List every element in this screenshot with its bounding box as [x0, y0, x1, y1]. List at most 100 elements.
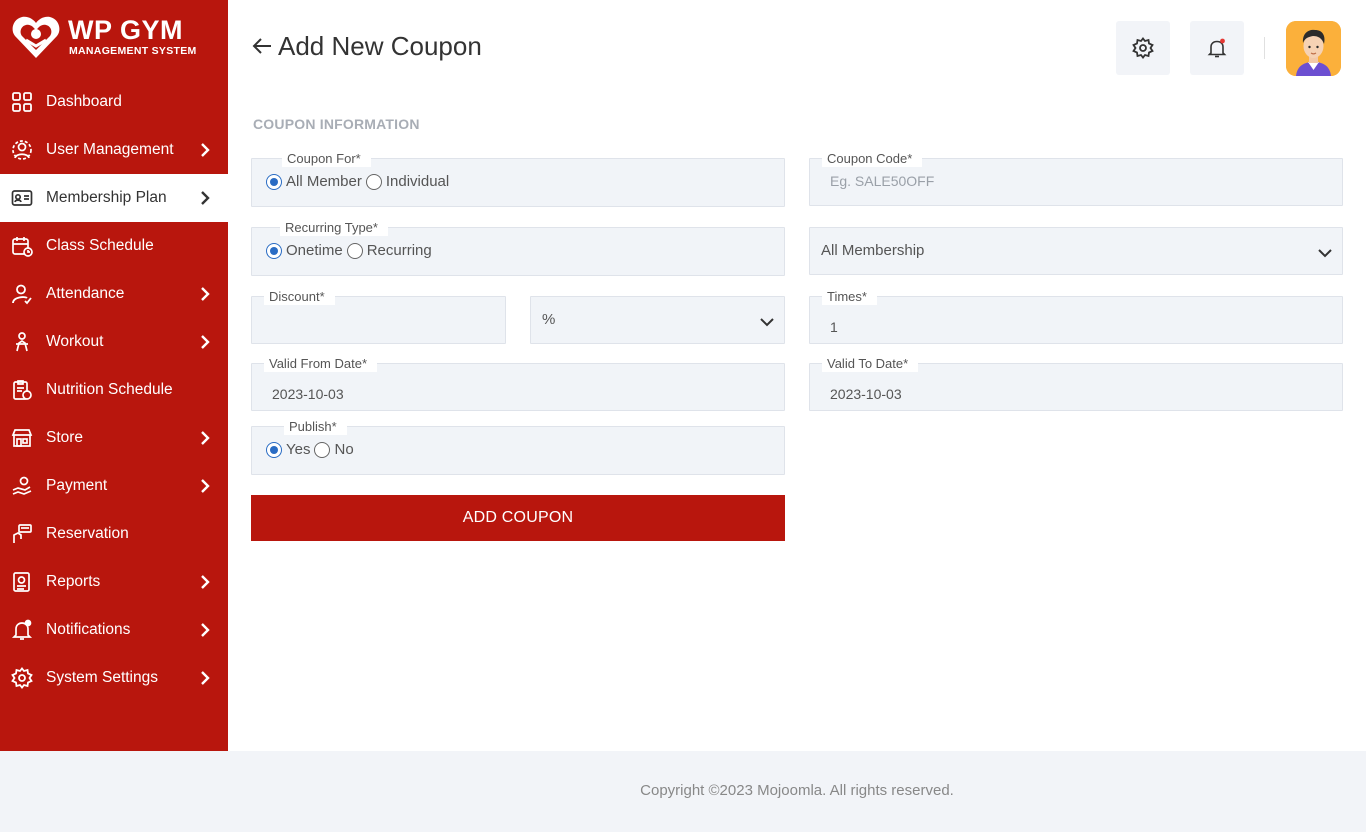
radio-label: Onetime [286, 242, 343, 259]
field-label: Publish* [284, 419, 347, 435]
publish-radio-group: Yes No [266, 441, 358, 458]
publish-field: Publish* Yes No [251, 419, 785, 475]
discount-type-value: % [542, 311, 556, 328]
times-value: 1 [830, 319, 838, 335]
radio-label: No [334, 441, 354, 458]
radio-label: Recurring [366, 242, 432, 259]
membership-select[interactable]: All Membership [809, 227, 1343, 275]
valid-to-date-input[interactable]: Valid To Date* 2023-10-03 [809, 356, 1343, 411]
sidebar-item-label: Store [46, 429, 84, 446]
back-arrow-icon[interactable] [250, 34, 274, 58]
valid-to-value: 2023-10-03 [830, 386, 902, 402]
brand-logo[interactable]: WP GYM MANAGEMENT SYSTEM [12, 14, 217, 60]
sidebar-item-notifications[interactable]: Notifications [0, 606, 228, 654]
chevron-down-icon [1318, 249, 1332, 258]
sidebar-item-class-schedule[interactable]: Class Schedule [0, 222, 228, 270]
gear-icon [11, 667, 33, 689]
chevron-right-icon [201, 671, 210, 685]
page-title: Add New Coupon [250, 28, 482, 64]
field-label: Valid From Date* [264, 356, 378, 372]
membership-select-value: All Membership [821, 242, 925, 259]
field-label: Coupon Code* [822, 151, 923, 167]
field-label: Discount* [264, 289, 335, 305]
sidebar-item-label: Payment [46, 477, 108, 494]
sidebar-item-store[interactable]: Store [0, 414, 228, 462]
field-label: Coupon For* [282, 151, 371, 167]
valid-from-value: 2023-10-03 [272, 386, 344, 402]
sidebar-item-workout[interactable]: Workout [0, 318, 228, 366]
radio-individual[interactable] [365, 173, 382, 190]
nutrition-clipboard-icon [11, 379, 33, 401]
discount-input[interactable]: Discount* [251, 289, 506, 344]
radio-onetime[interactable] [266, 242, 282, 259]
radio-label: Yes [286, 441, 311, 458]
sidebar-item-label: System Settings [46, 669, 158, 686]
avatar[interactable] [1286, 21, 1341, 76]
recurring-type-radio-group: Onetime Recurring [266, 242, 436, 259]
bell-icon [11, 619, 33, 641]
sidebar-item-reservation[interactable]: Reservation [0, 510, 228, 558]
radio-publish-no[interactable] [314, 441, 331, 458]
recurring-type-field: Recurring Type* Onetime Recurring [251, 220, 785, 276]
chevron-down-icon [760, 318, 774, 327]
sidebar-item-system-settings[interactable]: System Settings [0, 654, 228, 702]
page-title-text: Add New Coupon [278, 31, 482, 61]
field-label: Recurring Type* [280, 220, 388, 236]
user-check-icon [11, 283, 33, 305]
chevron-right-icon [201, 335, 210, 349]
chevron-right-icon [201, 287, 210, 301]
valid-from-date-input[interactable]: Valid From Date* 2023-10-03 [251, 356, 785, 411]
radio-label: Individual [385, 173, 450, 190]
chevron-right-icon [201, 479, 210, 493]
payment-hand-icon [11, 475, 33, 497]
sidebar-item-label: Notifications [46, 621, 131, 638]
section-title: COUPON INFORMATION [253, 116, 420, 132]
footer: Copyright ©2023 Mojoomla. All rights res… [0, 751, 1366, 832]
brand-title: WP GYM [68, 15, 184, 45]
brand-subtitle: MANAGEMENT SYSTEM [69, 45, 197, 57]
coupon-for-radio-group: All Member Individual [266, 173, 453, 190]
add-coupon-button[interactable]: ADD COUPON [251, 495, 785, 541]
chevron-right-icon [201, 143, 210, 157]
sidebar-item-label: Attendance [46, 285, 125, 302]
radio-label: All Member [286, 173, 362, 190]
sidebar-nav: Dashboard User Management Membership Pla… [0, 78, 228, 702]
sidebar-item-nutrition-schedule[interactable]: Nutrition Schedule [0, 366, 228, 414]
copyright-text: Copyright ©2023 Mojoomla. All rights res… [640, 782, 954, 799]
bell-icon [1207, 38, 1227, 58]
dashboard-grid-icon [11, 91, 33, 113]
times-input[interactable]: Times* 1 [809, 289, 1343, 344]
sidebar-item-attendance[interactable]: Attendance [0, 270, 228, 318]
discount-type-select[interactable]: % [530, 296, 785, 344]
heart-logo-icon [12, 16, 60, 59]
header-divider [1264, 37, 1265, 59]
notifications-button[interactable] [1190, 21, 1244, 75]
coupon-code-input[interactable]: Coupon Code* Eg. SALE50OFF [809, 151, 1343, 206]
radio-publish-yes[interactable] [266, 441, 282, 458]
sidebar-item-payment[interactable]: Payment [0, 462, 228, 510]
sidebar-item-label: Class Schedule [46, 237, 154, 254]
chevron-right-icon [201, 191, 210, 205]
calendar-icon [11, 235, 33, 257]
settings-button[interactable] [1116, 21, 1170, 75]
reservation-icon [11, 523, 33, 545]
radio-recurring[interactable] [346, 242, 363, 259]
chevron-right-icon [201, 623, 210, 637]
store-icon [11, 427, 33, 449]
sidebar-item-label: Membership Plan [46, 189, 167, 206]
sidebar-item-label: Dashboard [46, 93, 122, 110]
sidebar: WP GYM MANAGEMENT SYSTEM Dashboard User … [0, 0, 228, 751]
sidebar-item-user-management[interactable]: User Management [0, 126, 228, 174]
users-gear-icon [11, 139, 33, 161]
sidebar-item-dashboard[interactable]: Dashboard [0, 78, 228, 126]
chevron-right-icon [201, 575, 210, 589]
chevron-right-icon [201, 431, 210, 445]
workout-icon [11, 331, 33, 353]
sidebar-item-label: Workout [46, 333, 104, 350]
sidebar-item-membership-plan[interactable]: Membership Plan [0, 174, 228, 222]
field-label: Times* [822, 289, 877, 305]
sidebar-item-reports[interactable]: Reports [0, 558, 228, 606]
field-label: Valid To Date* [822, 356, 919, 372]
sidebar-item-label: Reports [46, 573, 101, 590]
radio-all-member[interactable] [266, 173, 282, 190]
